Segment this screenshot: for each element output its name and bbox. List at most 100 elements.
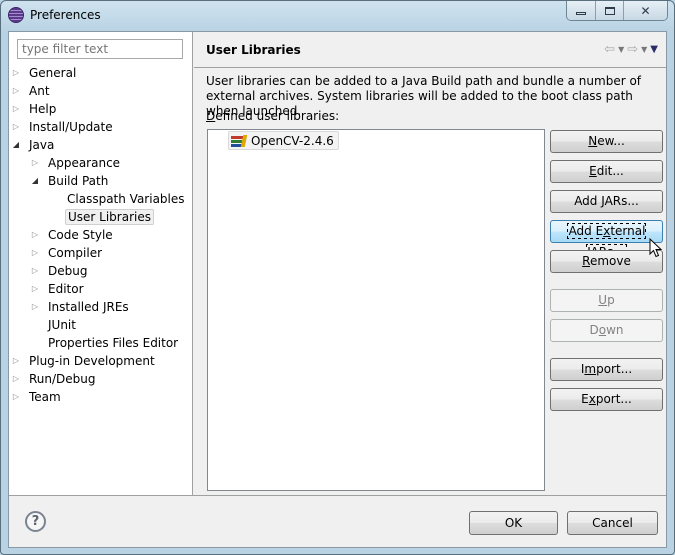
maximize-button[interactable]	[595, 1, 623, 20]
tree-item-label: Installed JREs	[48, 300, 129, 314]
tree-item[interactable]: ◢ Build Path	[32, 172, 110, 190]
user-libraries-list[interactable]: OpenCV-2.4.6	[207, 129, 545, 491]
title-bar[interactable]: Preferences ✕	[1, 1, 674, 31]
library-icon	[231, 134, 248, 147]
forward-arrow-icon[interactable]: ⇨	[627, 42, 638, 57]
add-external-jars-button[interactable]: Add External JARs...	[550, 220, 663, 260]
forward-dropdown-icon[interactable]: ▼	[641, 45, 647, 54]
up-button[interactable]: Up	[550, 289, 663, 312]
down-button-label: Down	[589, 323, 624, 337]
help-icon: ?	[31, 514, 40, 529]
tree-item-label: Editor	[48, 282, 84, 296]
tree-item-label: JUnit	[48, 318, 76, 332]
expanded-arrow-icon[interactable]: ◢	[11, 136, 21, 154]
new-button-label: New...	[588, 134, 625, 148]
collapsed-arrow-icon[interactable]: ▷	[11, 100, 21, 118]
tree-item[interactable]: ▷ Install/Update	[13, 118, 115, 136]
collapsed-arrow-icon[interactable]: ▷	[11, 370, 21, 388]
caption-buttons: ✕	[566, 1, 668, 21]
import-button[interactable]: Import...	[550, 358, 663, 381]
filter-input[interactable]	[17, 39, 183, 59]
footer-separator	[9, 495, 666, 496]
tree-item[interactable]: ▷ Installed JREs	[32, 298, 131, 316]
defined-libraries-label: Defined user libraries:	[206, 109, 340, 123]
tree-item[interactable]: ◢ Java	[13, 136, 56, 154]
tree-item-label: Java	[29, 138, 55, 152]
eclipse-icon	[8, 7, 24, 23]
collapsed-arrow-icon[interactable]: ▷	[11, 118, 21, 136]
add-jars-button-label: Add JARs...	[574, 194, 639, 208]
tree-item[interactable]: ▷ Help	[13, 100, 58, 118]
collapsed-arrow-icon[interactable]: ▷	[11, 64, 21, 82]
tree-item-label: Debug	[48, 264, 88, 278]
maximize-icon	[604, 6, 615, 15]
down-button[interactable]: Down	[550, 319, 663, 342]
expanded-arrow-icon[interactable]: ◢	[30, 172, 40, 190]
tree-item[interactable]: ▷ General	[13, 64, 78, 82]
export-button[interactable]: Export...	[550, 388, 663, 411]
minimize-button[interactable]	[567, 1, 595, 20]
add-jars-button[interactable]: Add JARs...	[550, 190, 663, 213]
preferences-sidebar: ▷ General ▷ Ant ▷ Help ▷ Install/Update ◢ Java ▷ Ap…	[9, 32, 193, 495]
collapsed-arrow-icon[interactable]: ▷	[30, 298, 40, 316]
tree-item[interactable]: Classpath Variables	[65, 190, 187, 208]
tree-item-label: Ant	[29, 84, 50, 98]
tree-item[interactable]: ▷ Compiler	[32, 244, 104, 262]
tree-item[interactable]: User Libraries	[65, 208, 154, 226]
tree-item-label: Install/Update	[29, 120, 113, 134]
collapsed-arrow-icon[interactable]: ▷	[30, 244, 40, 262]
tree-item-label: Code Style	[48, 228, 113, 242]
tree-item[interactable]: ▷ Team	[13, 388, 63, 406]
tree-item[interactable]: ▷ Run/Debug	[13, 370, 98, 388]
help-button[interactable]: ?	[25, 511, 46, 532]
library-item[interactable]: OpenCV-2.4.6	[228, 131, 339, 150]
up-button-label: Up	[598, 293, 615, 307]
tree-item-label: Run/Debug	[29, 372, 96, 386]
tree-item-label: Build Path	[48, 174, 109, 188]
close-icon: ✕	[640, 3, 651, 18]
view-menu-icon[interactable]: ▼	[650, 44, 658, 55]
page-navigation: ⇦ ▼ ⇨ ▼ ▼	[604, 42, 658, 57]
dialog-client-area: ▷ General ▷ Ant ▷ Help ▷ Install/Update ◢ Java ▷ Ap…	[8, 31, 667, 548]
window-title: Preferences	[30, 8, 101, 22]
mouse-cursor-icon	[649, 238, 663, 258]
edit-button[interactable]: Edit...	[550, 160, 663, 183]
back-dropdown-icon[interactable]: ▼	[618, 45, 624, 54]
remove-button[interactable]: Remove	[550, 250, 663, 273]
close-button[interactable]: ✕	[623, 1, 667, 20]
cancel-button[interactable]: Cancel	[567, 511, 658, 535]
collapsed-arrow-icon[interactable]: ▷	[30, 280, 40, 298]
tree-item[interactable]: ▷ Plug-in Development	[13, 352, 157, 370]
preferences-window: Preferences ✕ ▷ General ▷ Ant ▷ Help ▷ Install/…	[0, 0, 675, 555]
tree-item[interactable]: ▷ Ant	[13, 82, 52, 100]
back-arrow-icon[interactable]: ⇦	[604, 42, 615, 57]
tree-item[interactable]: ▷ Editor	[32, 280, 86, 298]
tree-item-label: Plug-in Development	[29, 354, 155, 368]
collapsed-arrow-icon[interactable]: ▷	[30, 154, 40, 172]
collapsed-arrow-icon[interactable]: ▷	[30, 262, 40, 280]
collapsed-arrow-icon[interactable]: ▷	[11, 388, 21, 406]
tree-item[interactable]: ▷ Debug	[32, 262, 89, 280]
tree-item[interactable]: JUnit	[46, 316, 78, 334]
preference-page: User Libraries ⇦ ▼ ⇨ ▼ ▼ User libraries …	[194, 32, 666, 495]
tree-item[interactable]: Properties Files Editor	[46, 334, 180, 352]
minimize-icon	[576, 12, 586, 15]
tree-item[interactable]: ▷ Code Style	[32, 226, 115, 244]
ok-button[interactable]: OK	[469, 511, 558, 535]
collapsed-arrow-icon[interactable]: ▷	[11, 82, 21, 100]
edit-button-label: Edit...	[589, 164, 624, 178]
tree-item-label: Help	[29, 102, 57, 116]
tree-item-label: Team	[29, 390, 61, 404]
tree-item-label: Appearance	[48, 156, 121, 170]
export-button-label: Export...	[581, 392, 632, 406]
collapsed-arrow-icon[interactable]: ▷	[11, 352, 21, 370]
page-title: User Libraries	[206, 43, 301, 57]
remove-button-label: Remove	[582, 254, 631, 268]
collapsed-arrow-icon[interactable]: ▷	[30, 226, 40, 244]
tree-item[interactable]: ▷ Appearance	[32, 154, 122, 172]
tree-item-label: User Libraries	[65, 209, 154, 225]
library-name: OpenCV-2.4.6	[251, 133, 334, 148]
tree-item-label: Properties Files Editor	[48, 336, 179, 350]
title-separator	[194, 67, 666, 68]
new-button[interactable]: New...	[550, 130, 663, 153]
